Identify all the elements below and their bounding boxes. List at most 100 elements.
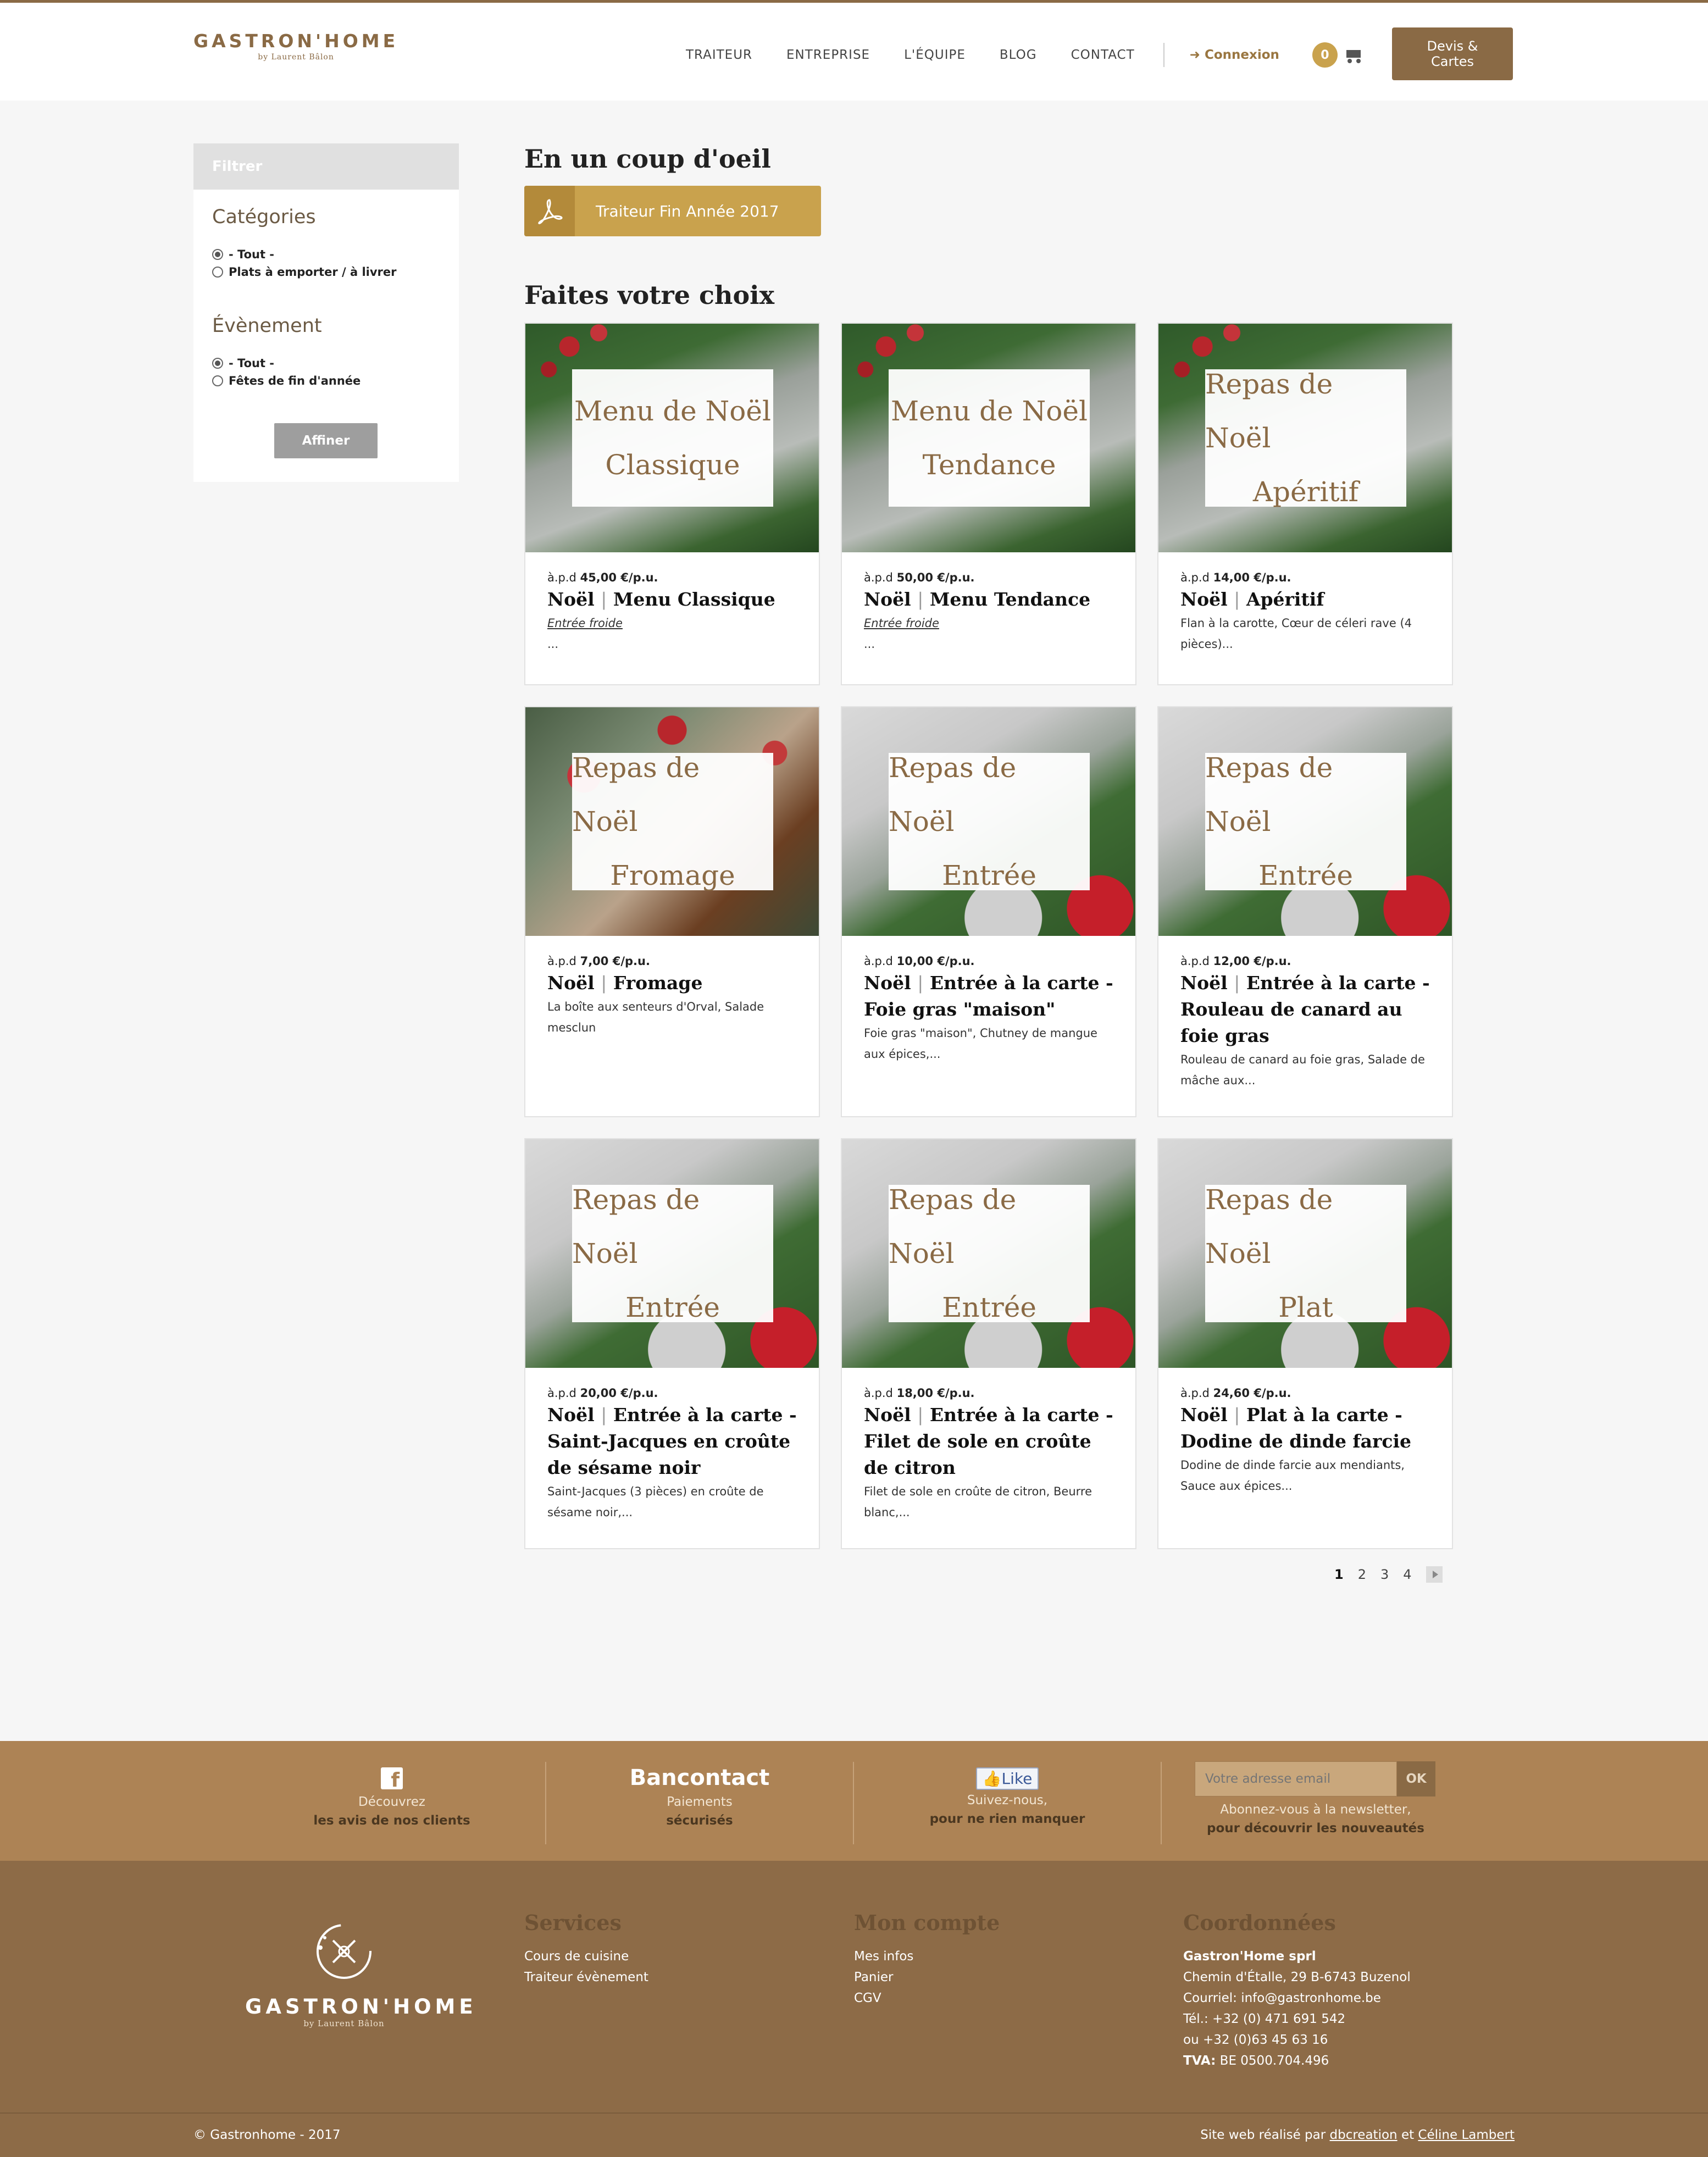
product-image[interactable]: Repas de Noël Fromage <box>525 707 819 936</box>
category-option-all[interactable]: - Tout - <box>212 248 459 261</box>
image-caption-plate: Menu de Noël Tendance <box>889 369 1090 507</box>
login-label: Connexion <box>1204 48 1279 62</box>
footer-brand-sub: by Laurent Bâlon <box>303 2019 385 2028</box>
product-card[interactable]: Repas de Noël Apéritif à.p.d 14,00 €/p.u. N… <box>1157 323 1453 685</box>
footer-account: Mon compte Mes infos Panier CGV <box>854 1910 1000 2009</box>
follow-line1: Suivez-nous, <box>967 1793 1048 1807</box>
services-link[interactable]: Traiteur évènement <box>524 1967 648 1988</box>
account-link[interactable]: Mes infos <box>854 1946 1000 1967</box>
account-link[interactable]: CGV <box>854 1988 1000 2009</box>
like-label: Like <box>1001 1770 1033 1788</box>
product-price: à.p.d 45,00 €/p.u. <box>547 571 658 584</box>
footer-brand: GASTRON'HOME <box>245 1995 477 2019</box>
product-body: à.p.d 14,00 €/p.u. Noël | Apéritif Flan à … <box>1158 552 1452 655</box>
news-line2: pour découvrir les nouveautés <box>1207 1821 1424 1836</box>
image-caption-plate: Repas de Noël Entrée <box>889 752 1090 891</box>
product-price: à.p.d 7,00 €/p.u. <box>547 955 650 968</box>
pdf-download-button[interactable]: Traiteur Fin Année 2017 <box>524 186 821 236</box>
product-image[interactable]: Repas de Noël Entrée <box>1158 707 1452 936</box>
product-image[interactable]: Repas de Noël Entrée <box>842 1139 1135 1368</box>
product-title[interactable]: Noël | Plat à la carte - Dodine de dinde… <box>1180 1402 1430 1455</box>
product-image[interactable]: Repas de Noël Entrée <box>525 1139 819 1368</box>
page-3[interactable]: 3 <box>1380 1567 1389 1582</box>
event-option-year-end[interactable]: Fêtes de fin d'année <box>212 374 459 387</box>
follow-line2: pour ne rien manquer <box>929 1812 1085 1826</box>
radio-icon[interactable] <box>212 358 223 369</box>
product-card[interactable]: Menu de Noël Tendance à.p.d 50,00 €/p.u. No… <box>841 323 1136 685</box>
page-4[interactable]: 4 <box>1403 1567 1411 1582</box>
product-image[interactable]: Menu de Noël Classique <box>525 324 819 552</box>
credit-mid: et <box>1401 2128 1415 2142</box>
product-card[interactable]: Repas de Noël Entrée à.p.d 20,00 €/p.u. Noë… <box>524 1138 820 1549</box>
product-description: Flan à la carotte, Cœur de céleri rave (… <box>1180 617 1412 651</box>
like-button[interactable]: 👍 Like <box>975 1767 1039 1790</box>
site-header: GASTRON'HOME by Laurent Bâlon TRAITEUR E… <box>0 3 1708 101</box>
facebook-reviews[interactable]: Découvrez les avis de nos clients <box>297 1741 487 1861</box>
cart-icon[interactable] <box>1344 47 1363 63</box>
account-link[interactable]: Panier <box>854 1967 1000 1988</box>
image-caption-line1: Repas de Noël <box>1205 1184 1333 1269</box>
product-title[interactable]: Noël | Apéritif <box>1180 586 1430 613</box>
company-email[interactable]: Courriel: info@gastronhome.be <box>1183 1988 1411 2009</box>
credit-link-dbcreation[interactable]: dbcreation <box>1330 2128 1398 2142</box>
categories-title: Catégories <box>212 206 316 228</box>
company-phone[interactable]: Tél.: +32 (0) 471 691 542 <box>1183 2009 1411 2030</box>
image-caption-line2: Entrée <box>942 1291 1036 1323</box>
bancontact-logo: Bancontact <box>629 1765 770 1790</box>
glance-heading: En un coup d'oeil <box>524 144 771 174</box>
product-title[interactable]: Noël | Menu Classique <box>547 586 797 613</box>
account-title: Mon compte <box>854 1910 1000 1935</box>
product-description: Entrée froide <box>864 617 939 630</box>
radio-icon[interactable] <box>212 267 223 278</box>
product-card[interactable]: Repas de Noël Entrée à.p.d 10,00 €/p.u. Noë… <box>841 706 1136 1117</box>
newsletter-ok-button[interactable]: OK <box>1397 1761 1435 1796</box>
nav-equipe[interactable]: L'ÉQUIPE <box>904 48 966 62</box>
credit-link-celine[interactable]: Céline Lambert <box>1418 2128 1515 2142</box>
page-1[interactable]: 1 <box>1334 1567 1344 1582</box>
product-title[interactable]: Noël | Menu Tendance <box>864 586 1113 613</box>
product-card[interactable]: Repas de Noël Fromage à.p.d 7,00 €/p.u. Noë… <box>524 706 820 1117</box>
product-title[interactable]: Noël | Entrée à la carte - Filet de sole… <box>864 1402 1113 1481</box>
devis-cartes-button[interactable]: Devis & Cartes <box>1392 27 1513 80</box>
radio-icon[interactable] <box>212 249 223 260</box>
next-page-icon[interactable] <box>1426 1566 1443 1583</box>
product-image[interactable]: Repas de Noël Plat <box>1158 1139 1452 1368</box>
product-image[interactable]: Menu de Noël Tendance <box>842 324 1135 552</box>
product-card[interactable]: Repas de Noël Entrée à.p.d 18,00 €/p.u. Noë… <box>841 1138 1136 1549</box>
site-logo[interactable]: GASTRON'HOME by Laurent Bâlon <box>193 30 398 62</box>
filter-sidebar: Filtrer Catégories - Tout - Plats à empo… <box>193 143 459 482</box>
logo-brand: GASTRON'HOME <box>193 30 399 52</box>
event-label: Fêtes de fin d'année <box>229 374 361 387</box>
thumbs-up-icon: 👍 <box>982 1770 1002 1788</box>
cart-count-badge[interactable]: 0 <box>1312 42 1338 68</box>
newsletter-email-input[interactable] <box>1195 1761 1397 1796</box>
event-option-all[interactable]: - Tout - <box>212 357 459 370</box>
footer-logo[interactable]: GASTRON'HOME by Laurent Bâlon <box>245 1916 477 2028</box>
company-phone-alt[interactable]: ou +32 (0)63 45 63 16 <box>1183 2030 1411 2050</box>
category-option-takeaway[interactable]: Plats à emporter / à livrer <box>212 265 459 279</box>
nav-traiteur[interactable]: TRAITEUR <box>686 48 752 62</box>
nav-contact[interactable]: CONTACT <box>1071 48 1135 62</box>
image-caption-line1: Repas de Noël <box>572 1184 700 1269</box>
nav-entreprise[interactable]: ENTREPRISE <box>786 48 870 62</box>
login-link[interactable]: ➜ Connexion <box>1190 48 1279 62</box>
refine-button[interactable]: Affiner <box>274 423 378 458</box>
facebook-icon[interactable] <box>381 1767 403 1792</box>
product-price: à.p.d 12,00 €/p.u. <box>1180 955 1291 968</box>
page-2[interactable]: 2 <box>1358 1567 1366 1582</box>
product-image[interactable]: Repas de Noël Entrée <box>842 707 1135 936</box>
product-description-more: ... <box>864 637 875 651</box>
product-image[interactable]: Repas de Noël Apéritif <box>1158 324 1452 552</box>
product-title[interactable]: Noël | Fromage <box>547 970 797 996</box>
product-card[interactable]: Repas de Noël Entrée à.p.d 12,00 €/p.u. Noë… <box>1157 706 1453 1117</box>
product-card[interactable]: Repas de Noël Plat à.p.d 24,60 €/p.u. Noël … <box>1157 1138 1453 1549</box>
product-card[interactable]: Menu de Noël Classique à.p.d 45,00 €/p.u. N… <box>524 323 820 685</box>
product-title[interactable]: Noël | Entrée à la carte - Rouleau de ca… <box>1180 970 1430 1049</box>
image-caption-line2: Fromage <box>610 860 735 891</box>
services-link[interactable]: Cours de cuisine <box>524 1946 648 1967</box>
product-title[interactable]: Noël | Entrée à la carte - Saint-Jacques… <box>547 1402 797 1481</box>
product-title[interactable]: Noël | Entrée à la carte - Foie gras "ma… <box>864 970 1113 1023</box>
product-price: à.p.d 50,00 €/p.u. <box>864 571 975 584</box>
radio-icon[interactable] <box>212 375 223 386</box>
nav-blog[interactable]: BLOG <box>1000 48 1037 62</box>
